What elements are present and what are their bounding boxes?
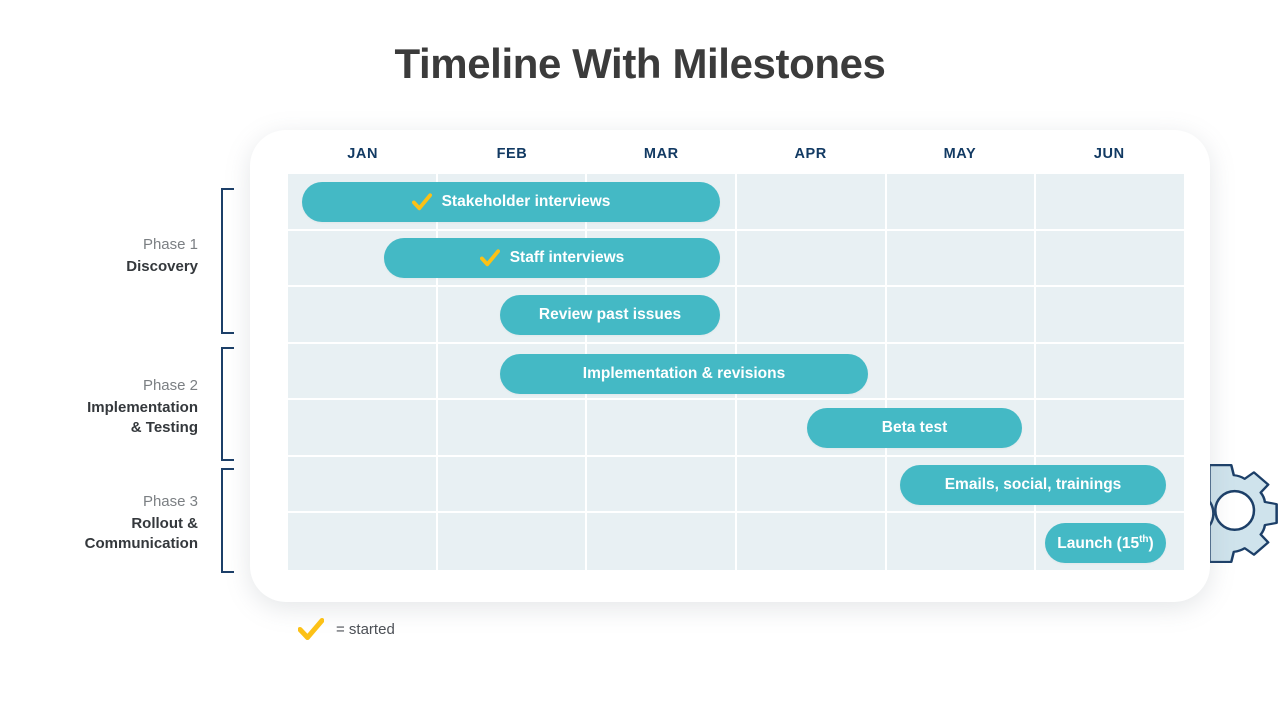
grid-cell bbox=[1036, 230, 1185, 288]
grid-row bbox=[288, 400, 1185, 457]
check-icon bbox=[479, 249, 500, 267]
grid-cell bbox=[737, 230, 887, 288]
task-bar-label-ordinal: th bbox=[1139, 533, 1149, 545]
task-bar-label: Implementation & revisions bbox=[582, 365, 786, 383]
phase-block-1: Phase 1 Discovery bbox=[0, 188, 240, 334]
phase-block-3: Phase 3 Rollout & Communication bbox=[0, 468, 240, 573]
grid-cell bbox=[288, 343, 438, 401]
month-label-feb: FEB bbox=[496, 146, 528, 162]
month-label-may: MAY bbox=[943, 146, 977, 162]
grid-cell bbox=[288, 400, 438, 457]
task-bar-implementation-revisions[interactable]: Implementation & revisions bbox=[500, 354, 868, 394]
grid-cell bbox=[1036, 287, 1185, 344]
grid-cell bbox=[1036, 400, 1185, 457]
grid-cell bbox=[288, 456, 438, 514]
phase-kicker: Phase 2 bbox=[142, 377, 198, 394]
page-title: Timeline With Milestones bbox=[394, 40, 886, 87]
legend: = started bbox=[297, 618, 395, 640]
phase-bracket bbox=[221, 188, 234, 334]
phase-block-2: Phase 2 Implementation & Testing bbox=[0, 347, 240, 461]
phase-kicker: Phase 3 bbox=[142, 493, 198, 510]
grid-cell bbox=[737, 174, 887, 231]
slide-canvas: Timeline With Milestones JAN FEB MAR APR… bbox=[0, 0, 1280, 720]
task-bar-label-tail: ) bbox=[1148, 534, 1154, 552]
phase-bracket bbox=[221, 468, 234, 573]
task-bar-label: Emails, social, trainings bbox=[944, 476, 1122, 494]
phase-name-line2: & Testing bbox=[130, 418, 198, 436]
month-label-apr: APR bbox=[794, 146, 827, 162]
month-header-row: JAN FEB MAR APR MAY JUN bbox=[288, 146, 1184, 174]
task-bar-launch[interactable]: Launch (15th) bbox=[1045, 523, 1166, 563]
task-bar-label: Review past issues bbox=[538, 306, 682, 324]
phase-name: Implementation bbox=[87, 398, 198, 416]
grid-cell bbox=[1036, 174, 1185, 231]
task-bar-emails-social-trainings[interactable]: Emails, social, trainings bbox=[900, 465, 1166, 505]
grid-cell bbox=[886, 343, 1037, 401]
grid-cell bbox=[737, 287, 887, 344]
task-bar-label: Launch (15th) bbox=[1057, 533, 1154, 552]
task-bar-review-past-issues[interactable]: Review past issues bbox=[500, 295, 720, 335]
grid-cell bbox=[886, 513, 1037, 570]
grid-cell bbox=[437, 513, 588, 570]
grid-cell bbox=[288, 287, 438, 344]
grid-cell bbox=[587, 513, 738, 570]
task-bar-label-main: Launch (15 bbox=[1057, 534, 1140, 552]
grid-cell bbox=[1036, 343, 1185, 401]
check-icon bbox=[297, 618, 325, 640]
phase-label-group: Phase 2 Implementation & Testing bbox=[0, 375, 198, 438]
month-label-mar: MAR bbox=[643, 146, 679, 162]
grid-cell bbox=[886, 174, 1037, 231]
task-bar-label: Stakeholder interviews bbox=[441, 193, 611, 211]
grid-cell bbox=[587, 400, 738, 457]
task-bar-label: Beta test bbox=[881, 419, 948, 437]
grid-cell bbox=[737, 513, 887, 570]
phase-kicker: Phase 1 bbox=[142, 236, 198, 253]
grid-cell bbox=[288, 513, 438, 570]
month-label-jan: JAN bbox=[347, 146, 379, 162]
grid-cell bbox=[437, 400, 588, 457]
grid-cell bbox=[886, 230, 1037, 288]
check-icon bbox=[411, 193, 432, 211]
task-bar-beta-test[interactable]: Beta test bbox=[807, 408, 1022, 448]
task-bar-label: Staff interviews bbox=[509, 249, 625, 267]
phase-label-group: Phase 3 Rollout & Communication bbox=[0, 491, 198, 554]
grid-cell bbox=[737, 456, 887, 514]
grid-cell bbox=[886, 287, 1037, 344]
grid-row bbox=[288, 287, 1185, 344]
grid-cell bbox=[437, 456, 588, 514]
legend-label: = started bbox=[336, 620, 395, 638]
phase-bracket bbox=[221, 347, 234, 461]
phase-name: Discovery bbox=[126, 257, 198, 275]
phase-name: Rollout & bbox=[131, 514, 198, 532]
phase-label-group: Phase 1 Discovery bbox=[0, 234, 198, 277]
task-bar-staff-interviews[interactable]: Staff interviews bbox=[384, 238, 720, 278]
phase-name-line2: Communication bbox=[84, 534, 198, 552]
task-bar-stakeholder-interviews[interactable]: Stakeholder interviews bbox=[302, 182, 720, 222]
month-label-jun: JUN bbox=[1093, 146, 1125, 162]
grid-cell bbox=[587, 456, 738, 514]
